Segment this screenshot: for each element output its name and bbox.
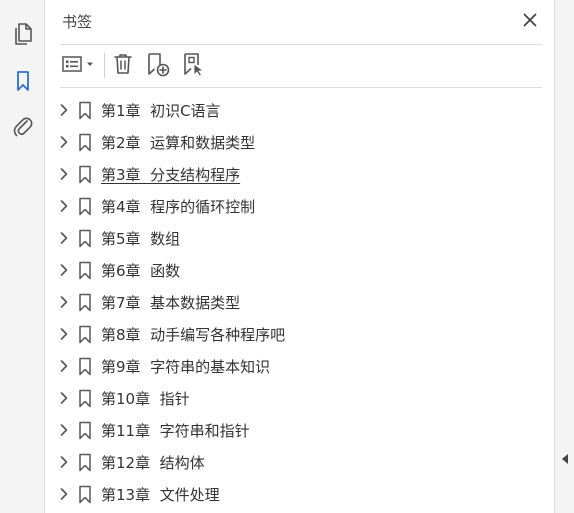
bookmark-item[interactable]: 第1章 初识C语言 — [46, 94, 554, 126]
bookmark-label[interactable]: 第12章 结构体 — [101, 452, 205, 473]
bookmark-item[interactable]: 第12章 结构体 — [46, 446, 554, 478]
bookmark-from-selection-icon — [181, 51, 207, 81]
pdf-viewer-sidebar: 书签 第1章 初识C语言 第2章 运算和数据类型 第3章 分支结构程序 第4章 … — [0, 0, 574, 513]
chevron-right-icon[interactable] — [58, 263, 70, 277]
close-panel-button[interactable] — [520, 10, 540, 32]
bookmark-item[interactable]: 第10章 指针 — [46, 382, 554, 414]
bookmark-icon — [77, 133, 93, 152]
bookmark-label[interactable]: 第9章 字符串的基本知识 — [101, 356, 270, 377]
bookmark-label[interactable]: 第6章 函数 — [101, 260, 180, 281]
bookmark-icon — [14, 69, 32, 97]
options-menu-icon — [61, 54, 97, 78]
bookmark-label[interactable]: 第4章 程序的循环控制 — [101, 196, 255, 217]
bookmark-list: 第1章 初识C语言第2章 运算和数据类型 第3章 分支结构程序 第4章 程序的循环控… — [46, 94, 554, 510]
panel-resize-strip — [554, 0, 574, 513]
chevron-right-icon[interactable] — [58, 359, 70, 373]
bookmark-icon — [77, 261, 93, 280]
bookmark-label[interactable]: 第8章 动手编写各种程序吧 — [101, 324, 285, 345]
bookmark-item[interactable]: 第6章 函数 — [46, 254, 554, 286]
bookmark-label[interactable]: 第5章 数组 — [101, 228, 180, 249]
bookmark-label[interactable]: 第3章 分支结构程序 — [101, 164, 240, 185]
chevron-right-icon[interactable] — [58, 295, 70, 309]
bookmark-from-selection-button[interactable] — [180, 52, 208, 79]
bookmark-item[interactable]: 第2章 运算和数据类型 — [46, 126, 554, 158]
bookmark-icon — [77, 485, 93, 504]
caret-left-icon — [560, 450, 570, 469]
options-menu-button[interactable] — [60, 52, 98, 79]
bookmark-label[interactable]: 第1章 初识C语言 — [101, 100, 221, 121]
bookmark-item[interactable]: 第4章 程序的循环控制 — [46, 190, 554, 222]
bookmark-icon — [77, 197, 93, 216]
bookmark-label[interactable]: 第11章 字符串和指针 — [101, 420, 250, 441]
chevron-right-icon[interactable] — [58, 391, 70, 405]
bookmark-item[interactable]: 第9章 字符串的基本知识 — [46, 350, 554, 382]
pages-panel-button[interactable] — [6, 19, 39, 52]
bookmark-label[interactable]: 第10章 指针 — [101, 388, 190, 409]
bookmarks-panel: 书签 第1章 初识C语言 第2章 运算和数据类型 第3章 分支结构程序 第4章 … — [46, 0, 554, 513]
collapse-panel-button[interactable] — [559, 452, 571, 466]
navigation-rail — [0, 0, 45, 513]
chevron-right-icon[interactable] — [58, 487, 70, 501]
bookmark-icon — [77, 389, 93, 408]
bookmark-icon — [77, 165, 93, 184]
panel-header: 书签 — [60, 0, 542, 45]
bookmark-icon — [77, 453, 93, 472]
delete-bookmark-button[interactable] — [110, 52, 136, 79]
chevron-right-icon[interactable] — [58, 103, 70, 117]
bookmark-label[interactable]: 第7章 基本数据类型 — [101, 292, 240, 313]
bookmark-icon — [77, 325, 93, 344]
new-bookmark-icon — [145, 51, 171, 81]
bookmark-label[interactable]: 第2章 运算和数据类型 — [101, 132, 255, 153]
chevron-right-icon[interactable] — [58, 231, 70, 245]
bookmarks-panel-button[interactable] — [6, 66, 39, 99]
panel-title: 书签 — [62, 13, 93, 31]
chevron-right-icon[interactable] — [58, 199, 70, 213]
toolbar-divider — [104, 53, 105, 78]
bookmark-item[interactable]: 第8章 动手编写各种程序吧 — [46, 318, 554, 350]
paperclip-icon — [12, 115, 34, 143]
trash-icon — [112, 52, 134, 80]
bookmark-label[interactable]: 第13章 文件处理 — [101, 484, 220, 505]
bookmark-icon — [77, 357, 93, 376]
bookmark-item[interactable]: 第7章 基本数据类型 — [46, 286, 554, 318]
bookmark-icon — [77, 421, 93, 440]
pages-icon — [12, 22, 34, 50]
bookmark-item[interactable]: 第11章 字符串和指针 — [46, 414, 554, 446]
chevron-right-icon[interactable] — [58, 327, 70, 341]
bookmark-item[interactable]: 第3章 分支结构程序 — [46, 158, 554, 190]
chevron-right-icon[interactable] — [58, 167, 70, 181]
bookmark-item[interactable]: 第5章 数组 — [46, 222, 554, 254]
attachments-panel-button[interactable] — [6, 112, 39, 145]
close-icon — [523, 12, 537, 31]
bookmark-icon — [77, 229, 93, 248]
bookmarks-toolbar — [60, 44, 542, 88]
chevron-right-icon[interactable] — [58, 455, 70, 469]
chevron-right-icon[interactable] — [58, 423, 70, 437]
new-bookmark-button[interactable] — [144, 52, 172, 79]
bookmark-item[interactable]: 第13章 文件处理 — [46, 478, 554, 510]
chevron-right-icon[interactable] — [58, 135, 70, 149]
bookmark-icon — [77, 293, 93, 312]
bookmark-icon — [77, 101, 93, 120]
